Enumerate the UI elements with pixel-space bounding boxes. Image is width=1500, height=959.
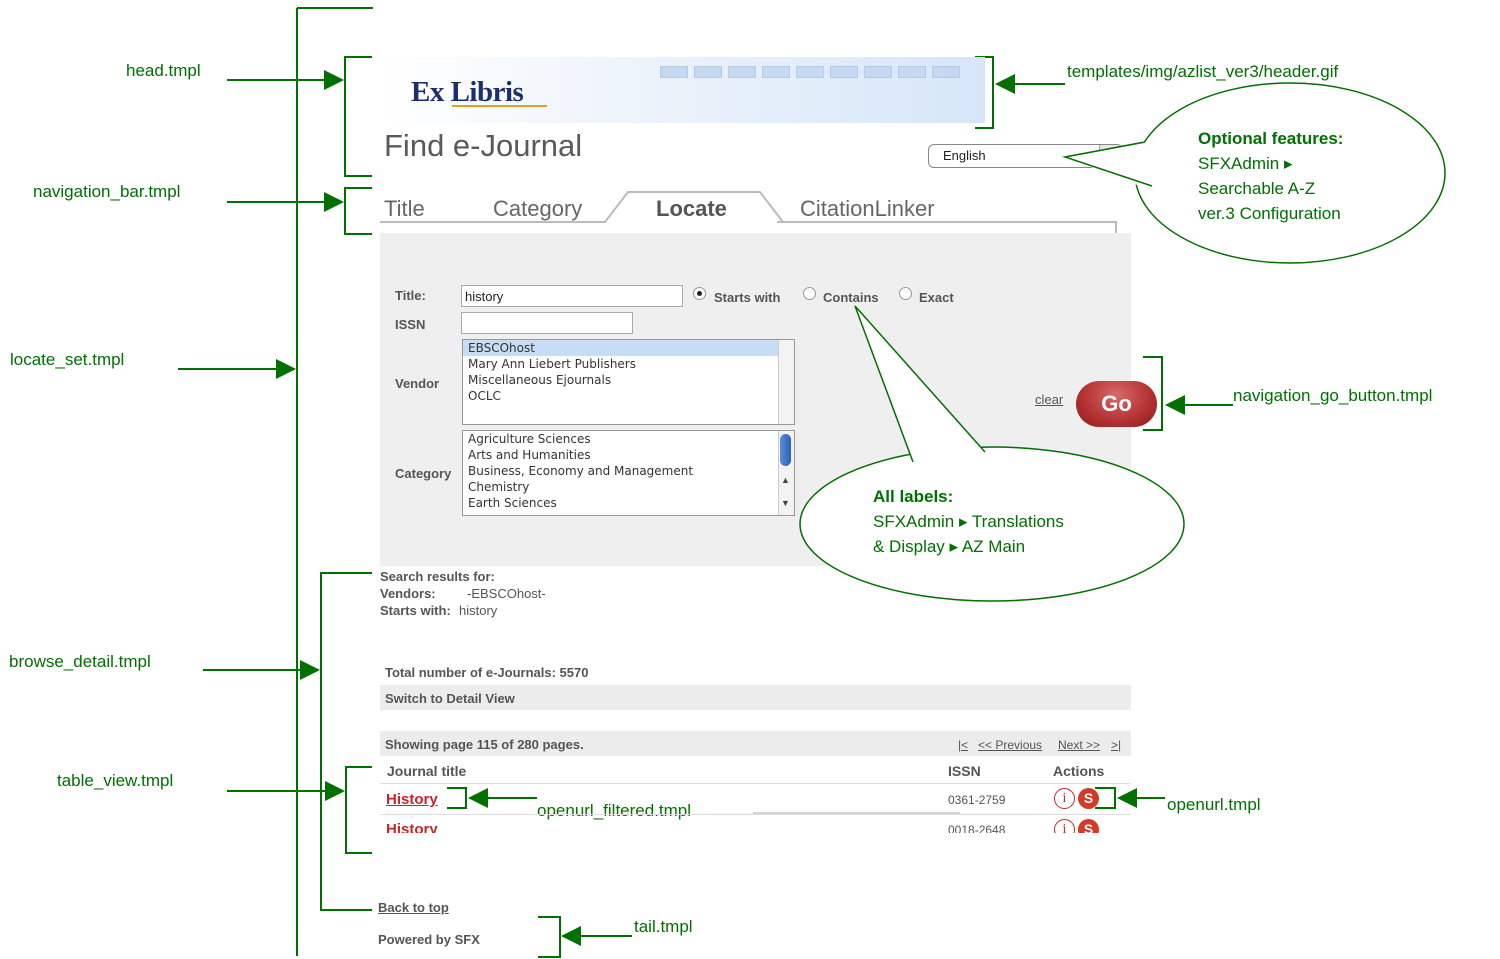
info-icon[interactable]: i (1054, 788, 1075, 809)
vendors-label: Vendors: (380, 586, 436, 601)
all-labels-title: All labels: (873, 487, 954, 506)
sfx-link-icon[interactable]: S (1078, 819, 1099, 833)
col-actions: Actions (1053, 763, 1105, 779)
all-labels-callout: All labels: SFXAdmin ▸ Translations & Di… (873, 484, 1064, 559)
starts-with-result-label: Starts with: (380, 603, 451, 618)
info-icon[interactable]: i (1054, 819, 1075, 833)
journal-title-link[interactable]: History (386, 821, 438, 833)
starts-with-result-value: history (459, 603, 498, 618)
powered-by-sfx: Powered by SFX (378, 932, 480, 947)
search-results-heading: Search results for: (380, 569, 495, 584)
switch-view-link[interactable]: Switch to Detail View (385, 691, 515, 706)
previous-page-link[interactable]: << Previous (978, 738, 1042, 752)
first-page-link[interactable]: |< (958, 738, 968, 752)
showing-pages: Showing page 115 of 280 pages. (385, 737, 584, 752)
total-journals: Total number of e-Journals: 5570 (385, 665, 589, 680)
journal-issn: 0018-2648 (948, 823, 1006, 833)
next-page-link[interactable]: Next >> (1058, 738, 1100, 752)
table-row-clip: History 0018-2648 i S (380, 815, 1131, 833)
all-labels-line1: SFXAdmin ▸ Translations (873, 512, 1064, 531)
last-page-link[interactable]: >| (1111, 738, 1121, 752)
back-to-top-link[interactable]: Back to top (378, 900, 449, 915)
header-divider (380, 783, 1131, 784)
sfx-link-icon[interactable]: S (1078, 788, 1099, 809)
col-journal-title: Journal title (387, 763, 467, 779)
journal-title-link[interactable]: History (386, 791, 438, 808)
journal-issn: 0361-2759 (948, 793, 1006, 807)
col-issn: ISSN (948, 763, 981, 779)
all-labels-line2: & Display ▸ AZ Main (873, 537, 1026, 556)
vendors-value: -EBSCOhost- (467, 586, 546, 601)
